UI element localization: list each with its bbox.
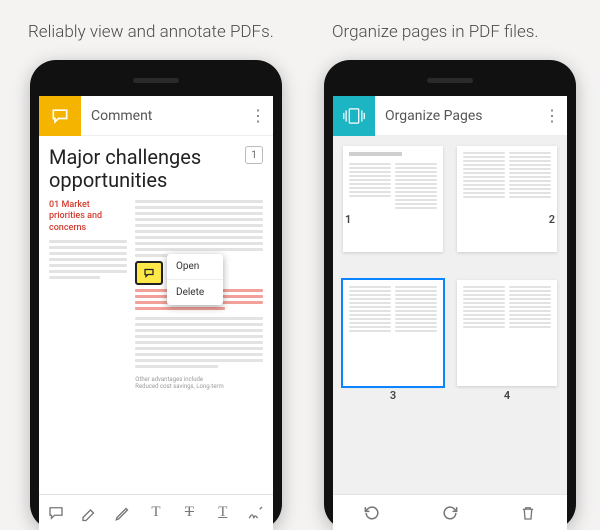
footer-text: Reduced cost savings, Long-term (135, 383, 263, 390)
body-text-line (49, 252, 127, 255)
body-text-line (135, 212, 263, 215)
organize-toolbar (333, 494, 567, 530)
thumbnail-number: 2 (549, 213, 555, 226)
comment-tool-icon[interactable] (45, 502, 67, 524)
body-text-line (135, 341, 263, 344)
overflow-menu-button[interactable]: ⋮ (243, 106, 273, 125)
body-text-line (135, 218, 263, 221)
overflow-menu-button[interactable]: ⋮ (537, 106, 567, 125)
body-text-line (49, 258, 127, 261)
rotate-right-icon[interactable] (439, 502, 461, 524)
body-text-line (135, 236, 263, 239)
document-title: Major challenges opportunities (49, 146, 263, 192)
page-number-badge: 1 (245, 146, 263, 164)
topbar-title: Comment (81, 108, 243, 124)
body-text-line (135, 323, 263, 326)
organize-mode-icon[interactable] (333, 96, 375, 136)
body-text-line (135, 224, 263, 227)
topbar-comment: Comment ⋮ (39, 96, 273, 136)
context-menu-open[interactable]: Open (167, 254, 223, 280)
page-thumbnail-grid: 1 2 3 (333, 136, 567, 494)
highlight-tool-icon[interactable] (78, 502, 100, 524)
body-text-line (135, 317, 263, 320)
phone-speaker (133, 78, 179, 83)
page-thumbnail[interactable]: 1 (343, 146, 443, 266)
text-tool-icon[interactable]: T (145, 502, 167, 524)
body-text-line (135, 329, 263, 332)
body-text-line (135, 335, 263, 338)
context-menu: Open Delete (167, 254, 223, 305)
body-text-line (49, 246, 127, 249)
body-text-line (135, 353, 263, 356)
context-menu-delete[interactable]: Delete (167, 280, 223, 305)
comment-mode-icon[interactable] (39, 96, 81, 136)
body-text-line (135, 347, 263, 350)
body-text-line (135, 242, 263, 245)
underline-tool-icon[interactable]: T (212, 502, 234, 524)
body-text-line (135, 365, 218, 368)
section-heading: 01 Market priorities and concerns (49, 200, 127, 234)
thumbnail-number: 3 (390, 389, 396, 402)
page-thumbnail-selected[interactable]: 3 (343, 280, 443, 400)
body-text-line (135, 248, 263, 251)
body-text-line (135, 359, 263, 362)
sticky-note-annotation[interactable] (135, 261, 163, 285)
page-thumbnail[interactable]: 2 (457, 146, 557, 266)
body-text-line (49, 276, 100, 279)
delete-page-icon[interactable] (517, 502, 539, 524)
strikethrough-tool-icon[interactable]: T (178, 502, 200, 524)
footer-text: Other advantages include (135, 376, 263, 383)
highlighted-text[interactable] (135, 307, 224, 310)
screen-right: Organize Pages ⋮ 1 (333, 96, 567, 530)
thumb-title-line (349, 152, 402, 156)
caption-annotate: Reliably view and annotate PDFs. (28, 22, 274, 42)
body-text-line (49, 270, 127, 273)
document-view[interactable]: 1 Major challenges opportunities 01 Mark… (39, 136, 273, 494)
topbar-title: Organize Pages (375, 108, 537, 124)
page-thumbnail[interactable]: 4 (457, 280, 557, 400)
pencil-tool-icon[interactable] (112, 502, 134, 524)
signature-tool-icon[interactable] (245, 502, 267, 524)
body-text-line (135, 230, 263, 233)
thumbnail-number: 1 (345, 213, 351, 226)
phone-speaker (427, 78, 473, 83)
annotation-toolbar: T T T (39, 494, 273, 530)
phone-frame-left: Comment ⋮ 1 Major challenges opportuniti… (30, 60, 282, 530)
screen-left: Comment ⋮ 1 Major challenges opportuniti… (39, 96, 273, 530)
body-text-line (49, 240, 127, 243)
topbar-organize: Organize Pages ⋮ (333, 96, 567, 136)
rotate-left-icon[interactable] (361, 502, 383, 524)
caption-organize: Organize pages in PDF files. (332, 22, 538, 42)
phone-frame-right: Organize Pages ⋮ 1 (324, 60, 576, 530)
body-text-line (49, 264, 127, 267)
body-text-line (135, 200, 263, 203)
thumbnail-number: 4 (504, 389, 510, 402)
body-text-line (135, 206, 263, 209)
